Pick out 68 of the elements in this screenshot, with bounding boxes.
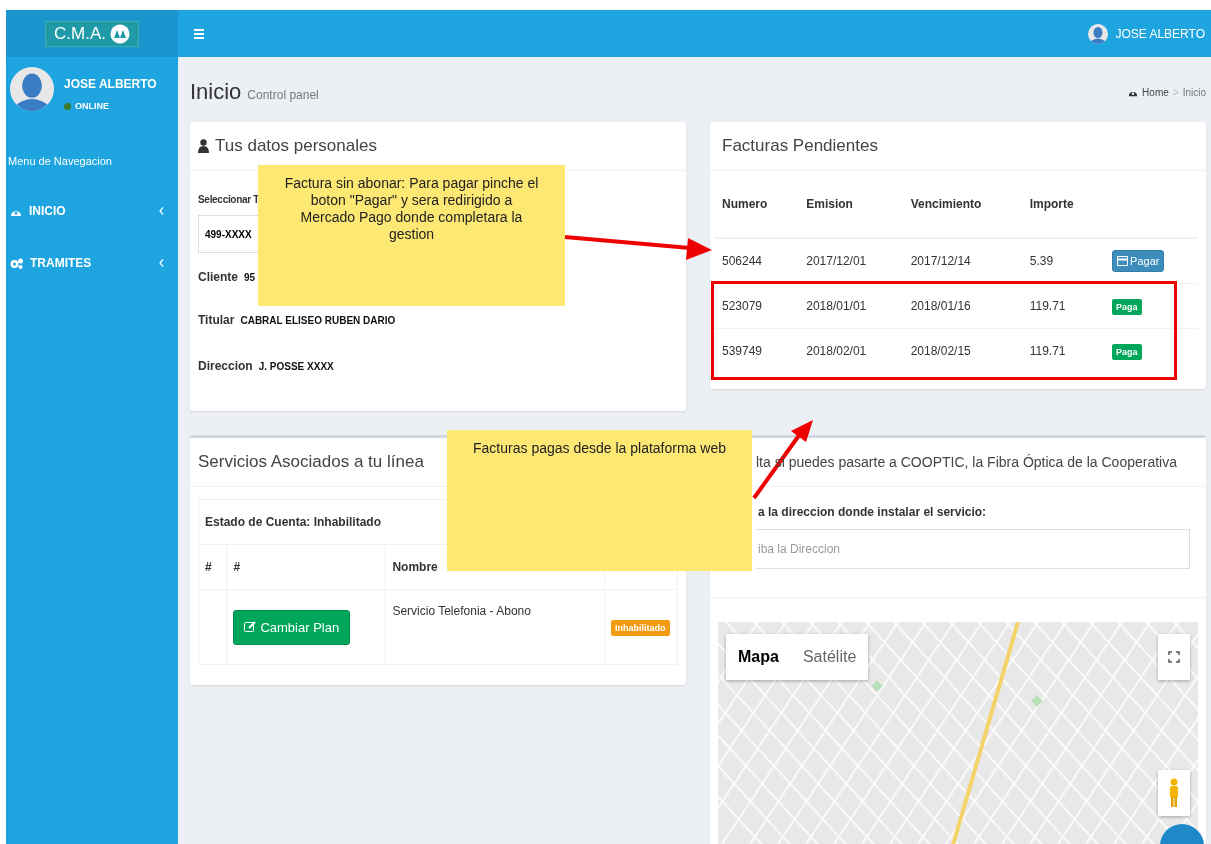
nav-item[interactable]: TRAMITES [6, 237, 178, 289]
column-header: Emision [798, 171, 903, 238]
field-label: a la direccion donde instalar el servicio: [757, 504, 988, 521]
nav-heading: Menu de Navegacion [7, 154, 113, 169]
breadcrumb-current: Inicio [1182, 86, 1206, 98]
field-value: 95 [244, 271, 256, 283]
annotation-callout: Facturas pagas desde la plataforma web [447, 430, 752, 571]
table-cell: 506244 [714, 238, 799, 284]
table-cell: Servicio Telefonia - Abono [385, 589, 605, 665]
field-label: Direccion [198, 359, 253, 373]
column-header: Importe [1021, 171, 1105, 238]
paid-label: Paga [1112, 344, 1142, 360]
chevron-left-icon [159, 207, 164, 215]
column-header: Vencimiento [902, 171, 1022, 238]
status-text: ONLINE [75, 101, 109, 111]
map-tab[interactable]: Mapa [726, 634, 791, 680]
table-cell: 2017/12/01 [798, 238, 903, 284]
person-icon [1168, 778, 1180, 808]
card-title: Tus datos personales [215, 136, 377, 156]
table-cell: 2018/02/15 [902, 328, 1022, 373]
breadcrumb-separator: > [1172, 86, 1179, 98]
edit-icon [244, 621, 257, 633]
chevron-left-icon [159, 259, 164, 267]
table-cell: 2017/12/14 [902, 238, 1022, 284]
user-name: JOSE ALBERTO [64, 77, 157, 91]
avatar-icon [1088, 23, 1109, 44]
nav-item-label: INICIO [29, 204, 66, 218]
table-cell: 2018/01/01 [798, 283, 903, 329]
field-label: Titular [198, 313, 235, 327]
map-placeholder[interactable]: Mapa Satélite [718, 622, 1198, 844]
table-cell: 539749 [714, 328, 799, 373]
field-label: Cliente [198, 270, 238, 284]
table-cell: 119.71 [1021, 328, 1105, 373]
status-badge: Inhabilitado [611, 620, 670, 636]
nav-item[interactable]: INICIO [6, 185, 178, 237]
change-plan-button[interactable]: Cambiar Plan [233, 609, 351, 645]
user-icon [198, 139, 209, 153]
logo[interactable]: C.M.A. [45, 20, 139, 47]
breadcrumb-link[interactable]: Home [1128, 86, 1169, 98]
map-tab[interactable]: Satélite [790, 634, 869, 680]
page-subtitle: Control panel [247, 88, 319, 102]
card-icon [1117, 256, 1129, 266]
column-header: # [198, 544, 227, 590]
annotation-callout: Factura sin abonar: Para pagar pinche el boton "Pagar" y sera redirigido a Mercado Pago donde completara la gestion [258, 165, 565, 306]
pay-button[interactable]: Pagar [1112, 250, 1165, 272]
nav-item-label: TRAMITES [30, 256, 92, 270]
table-cell: 2018/02/01 [798, 328, 903, 373]
paid-label: Paga [1112, 299, 1142, 315]
fullscreen-icon [1168, 651, 1180, 663]
field-value: CABRAL ELISEO RUBEN DARIO [240, 314, 396, 326]
table-cell: 523079 [714, 283, 799, 329]
field-value: J. POSSE XXXX [258, 360, 334, 372]
logo-emblem-icon [109, 23, 130, 44]
gears-icon [10, 257, 23, 269]
card-title: Servicios Asociados a tu línea [198, 452, 424, 472]
page-title: Inicio [190, 79, 242, 104]
column-header: # [226, 544, 386, 590]
table-cell: 2018/01/16 [902, 283, 1022, 329]
fullscreen-button[interactable] [1158, 634, 1190, 680]
card-title: Facturas Pendientes [722, 136, 878, 156]
column-header: Numero [714, 171, 799, 238]
user-name[interactable]: JOSE ALBERTO [1115, 26, 1205, 41]
avatar-icon [10, 67, 54, 111]
pegman-button[interactable] [1158, 770, 1190, 816]
address-input[interactable]: iba la Direccion [756, 529, 1190, 569]
table-cell: 119.71 [1021, 283, 1105, 329]
table-cell: 5.39 [1021, 238, 1105, 284]
menu-icon[interactable] [194, 28, 204, 39]
